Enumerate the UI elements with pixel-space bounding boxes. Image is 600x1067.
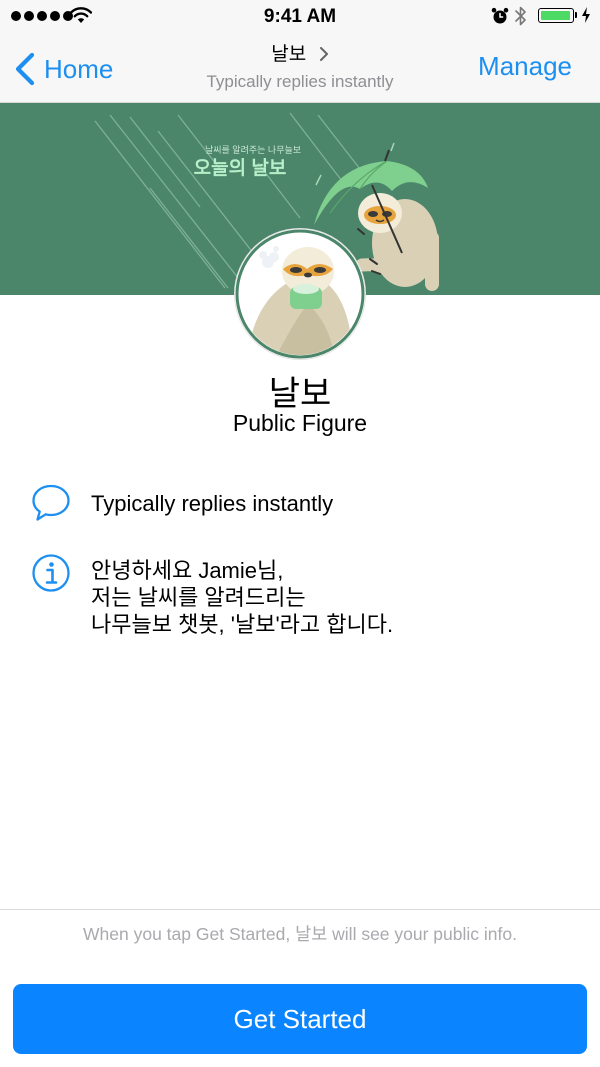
about-line: 안녕하세요 Jamie님, bbox=[91, 558, 284, 583]
nav-title-button[interactable]: 날보 Typically replies instantly bbox=[150, 39, 450, 92]
navigation-bar: Home 날보 Typically replies instantly Mana… bbox=[0, 34, 600, 103]
manage-button[interactable]: Manage bbox=[478, 51, 572, 82]
sloth-avatar-illustration bbox=[235, 229, 365, 359]
get-started-button[interactable]: Get Started bbox=[13, 984, 587, 1054]
page-name: 날보 bbox=[268, 375, 332, 413]
about-line: 나무늘보 챗봇, '날보'라고 합니다. bbox=[91, 612, 394, 637]
response-time-text: Typically replies instantly bbox=[91, 491, 334, 516]
alarm-clock-icon bbox=[491, 7, 509, 24]
bluetooth-icon bbox=[515, 6, 526, 26]
footer-divider bbox=[0, 909, 600, 910]
info-icon bbox=[32, 554, 70, 592]
chevron-left-icon bbox=[15, 52, 35, 86]
privacy-disclaimer: When you tap Get Started, 날보 will see yo… bbox=[83, 924, 517, 944]
avatar bbox=[235, 229, 365, 359]
nav-title: 날보 bbox=[271, 44, 307, 65]
banner-title: 오늘의 날보 bbox=[193, 158, 287, 179]
status-time: 9:41 AM bbox=[263, 6, 337, 27]
nav-subtitle: Typically replies instantly bbox=[206, 72, 394, 91]
charging-bolt-icon bbox=[582, 7, 590, 23]
status-bar: 9:41 AM bbox=[0, 0, 600, 34]
about-text: 안녕하세요 Jamie님, 저는 날씨를 알려드리는 나무늘보 챗봇, '날보'… bbox=[91, 557, 393, 638]
page-category: Public Figure bbox=[232, 410, 368, 436]
chevron-right-icon bbox=[319, 47, 328, 61]
speech-bubble-icon bbox=[32, 484, 70, 521]
battery-icon bbox=[538, 8, 574, 23]
about-line: 저는 날씨를 알려드리는 bbox=[91, 585, 306, 610]
back-button-label: Home bbox=[44, 53, 114, 84]
back-button[interactable]: Home bbox=[12, 52, 113, 86]
